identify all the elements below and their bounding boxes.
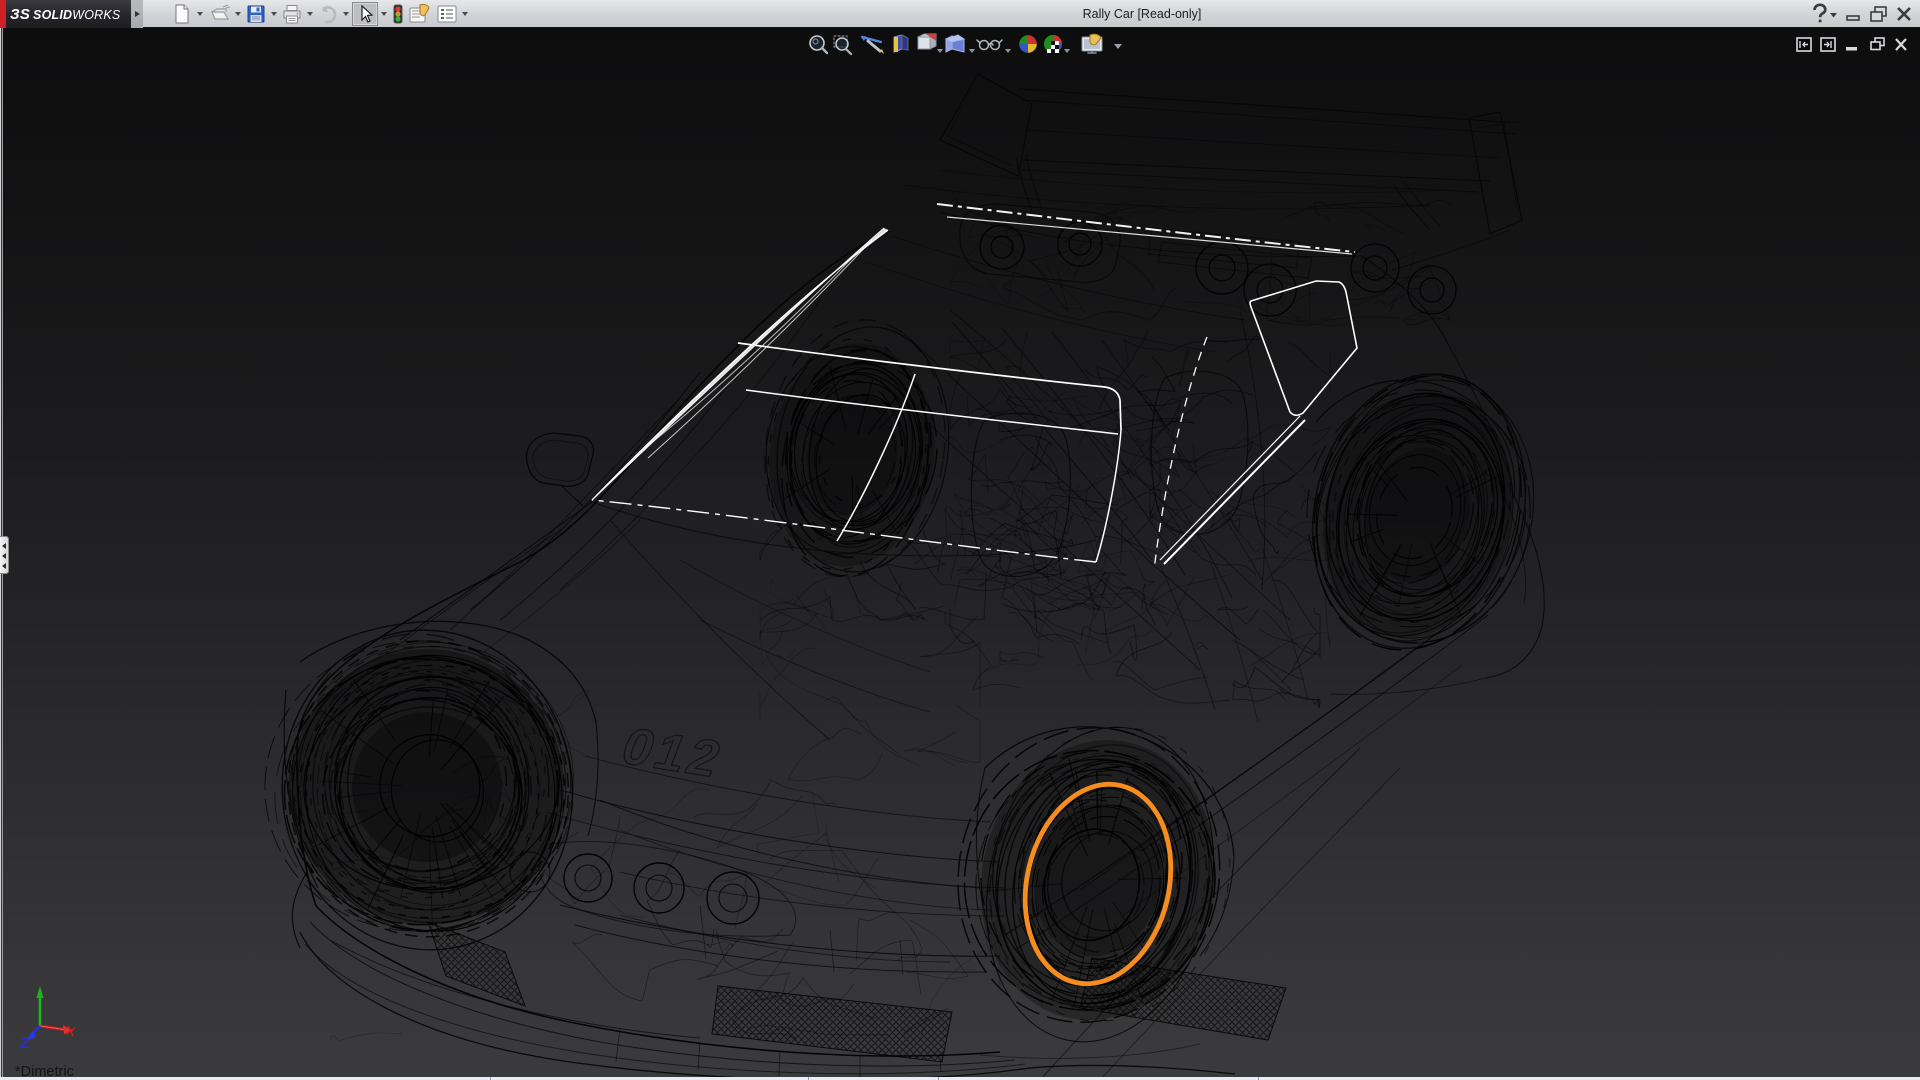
svg-text:012: 012 [614,718,733,789]
